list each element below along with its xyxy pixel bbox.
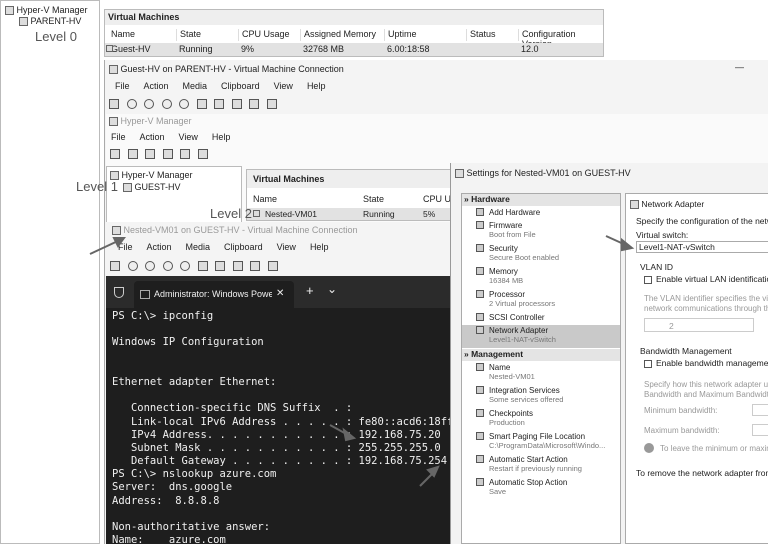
arrow-head — [621, 237, 635, 252]
annotation-arrows — [89, 235, 635, 487]
arrow-head — [112, 237, 126, 248]
arrow-head — [342, 427, 357, 442]
arrow-head — [426, 465, 440, 478]
